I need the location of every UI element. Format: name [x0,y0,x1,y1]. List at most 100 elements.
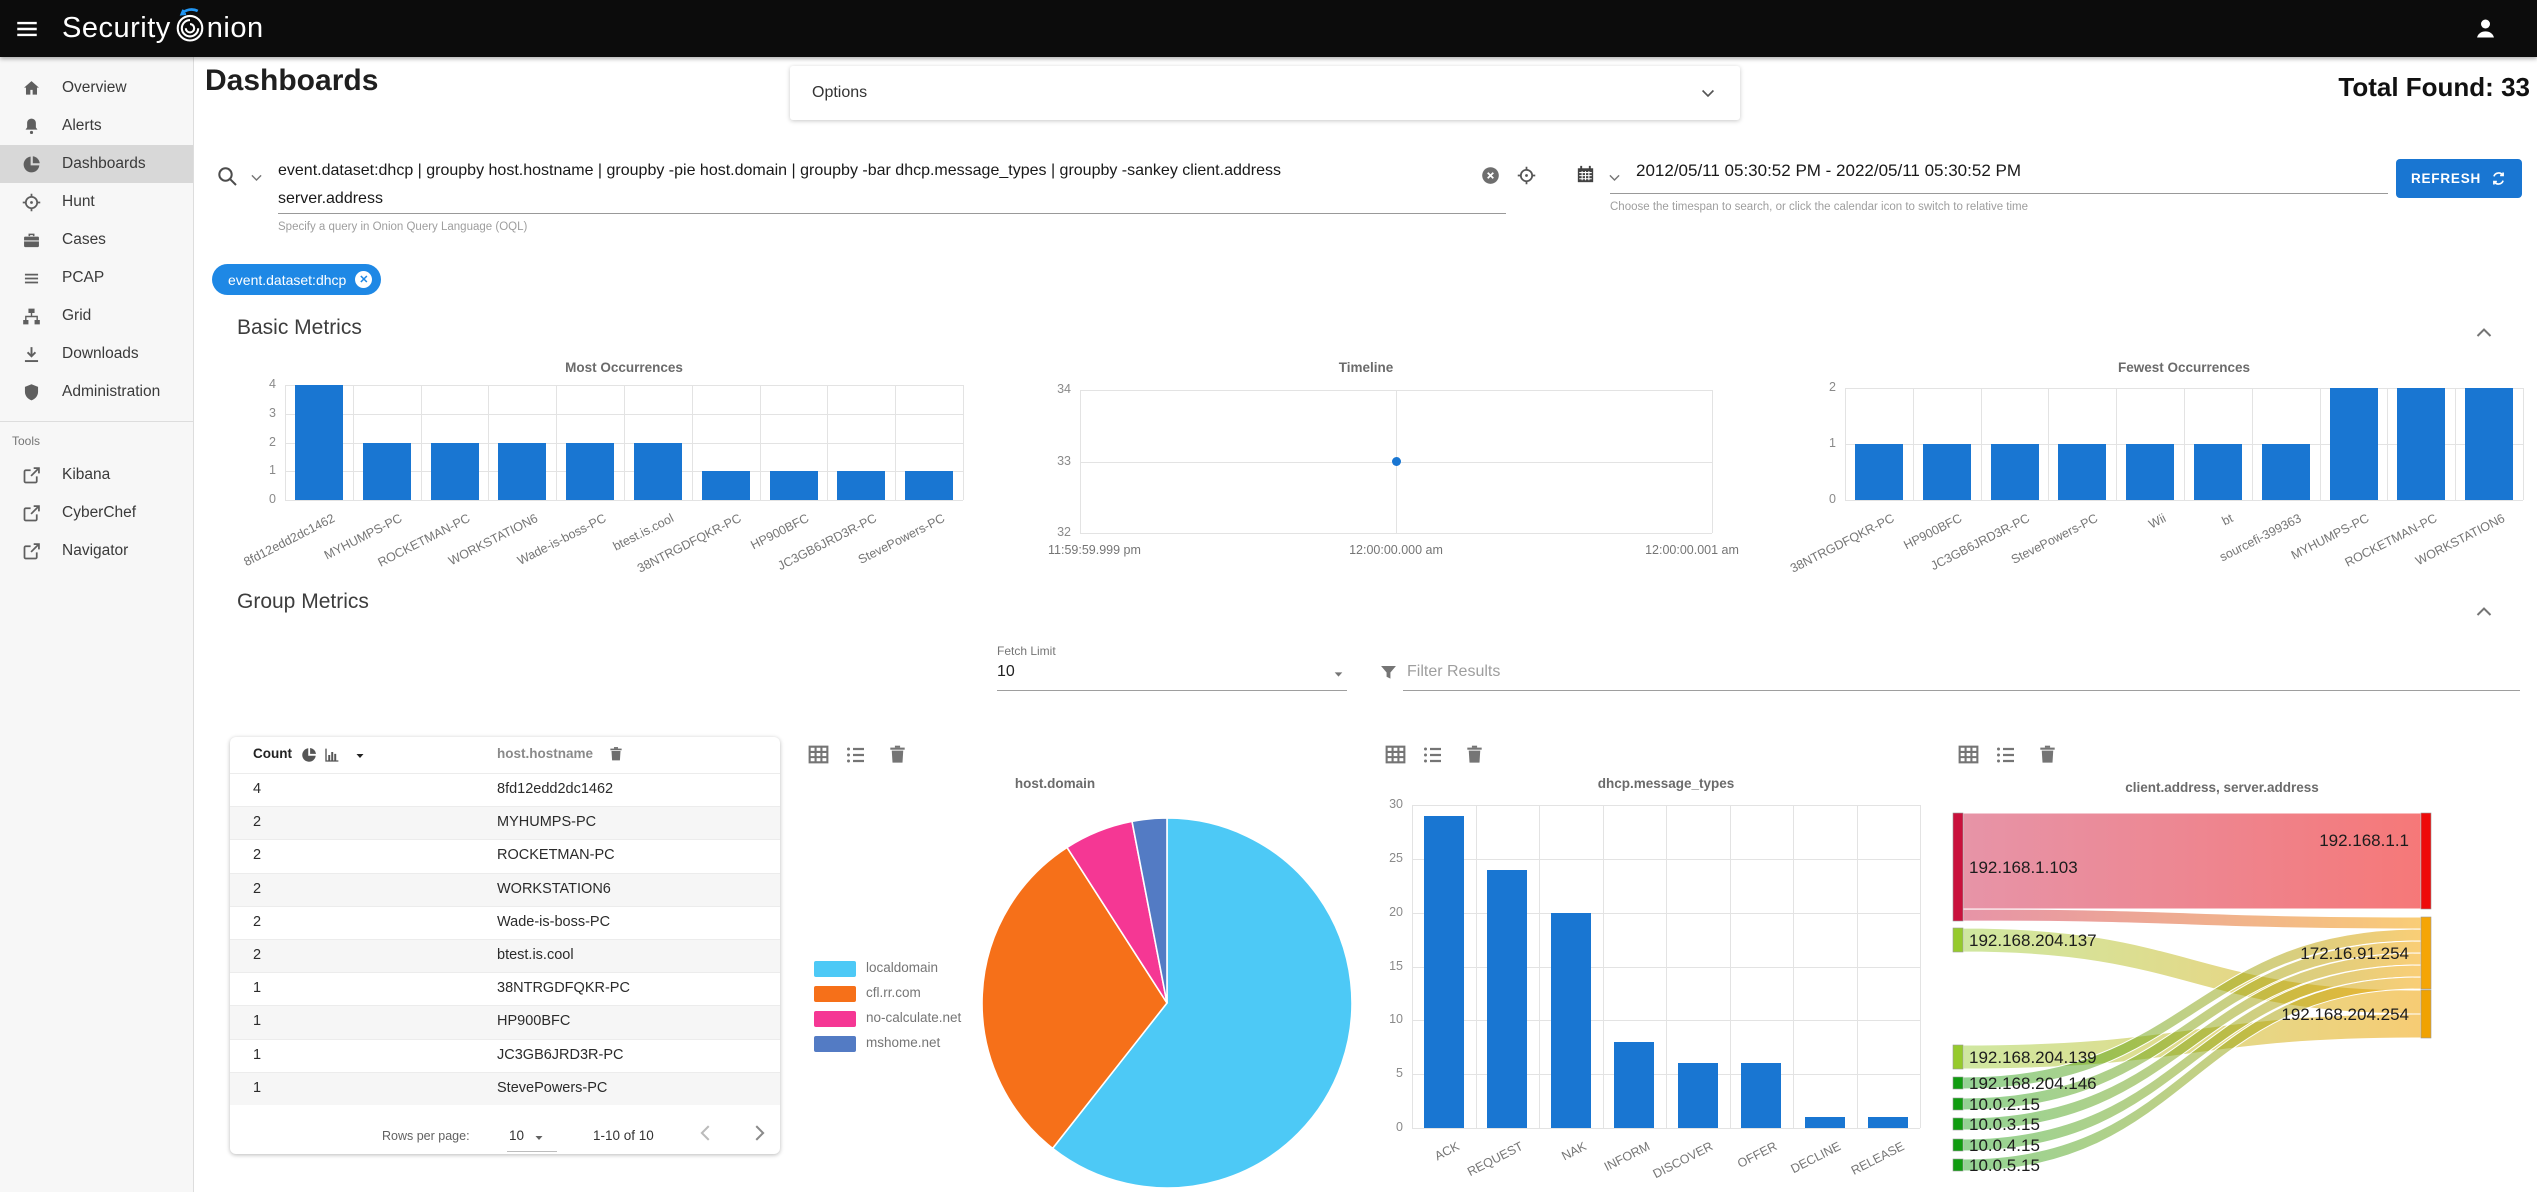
previous-page-icon[interactable] [695,1122,717,1144]
pie-chart-toggle-icon[interactable] [300,746,318,764]
sankey-node[interactable] [2420,989,2432,1039]
table-row[interactable]: 2 ROCKETMAN-PC [230,839,780,872]
sankey-node[interactable] [1952,1138,1964,1152]
row-value[interactable]: WORKSTATION6 [497,881,611,897]
row-value[interactable]: JC3GB6JRD3R-PC [497,1047,624,1063]
trash-icon[interactable] [607,745,625,763]
table-view-icon[interactable] [1956,742,1981,767]
row-value[interactable]: 8fd12edd2dc1462 [497,781,613,797]
table-row[interactable]: 2 Wade-is-boss-PC [230,905,780,939]
bar[interactable] [2261,444,2310,500]
filter-results-input[interactable]: Filter Results [1407,663,1500,681]
sankey-node[interactable] [1952,1076,1964,1090]
table-row[interactable]: 1 38NTRGDFQKR-PC [230,972,780,1005]
table-row[interactable]: 2 MYHUMPS-PC [230,806,780,840]
bar[interactable] [2329,388,2378,500]
row-value[interactable]: btest.is.cool [497,947,574,963]
bar[interactable] [2193,444,2242,500]
clear-query-icon[interactable] [1480,165,1501,186]
bar[interactable] [1487,869,1528,1128]
sankey-link[interactable] [1962,908,2422,930]
table-view-icon[interactable] [806,742,831,767]
trash-icon[interactable] [886,743,909,766]
bar[interactable] [633,442,682,500]
bar[interactable] [905,471,954,501]
row-value[interactable]: Wade-is-boss-PC [497,914,610,930]
row-value[interactable]: MYHUMPS-PC [497,814,596,830]
row-count[interactable]: 2 [253,814,261,830]
list-view-icon[interactable] [1421,743,1445,767]
sankey-node[interactable] [1952,1097,1964,1111]
row-value[interactable]: 38NTRGDFQKR-PC [497,980,630,996]
sankey-node[interactable] [1952,1158,1964,1172]
row-count[interactable]: 1 [253,1080,261,1096]
legend-label[interactable]: no-calculate.net [866,1010,961,1025]
next-page-icon[interactable] [748,1122,770,1144]
row-count[interactable]: 4 [253,781,261,797]
legend-label[interactable]: cfl.rr.com [866,985,921,1000]
table-row[interactable]: 4 8fd12edd2dc1462 [230,773,780,806]
bar[interactable] [294,385,343,500]
row-count[interactable]: 1 [253,980,261,996]
bar[interactable] [1868,1117,1909,1128]
bar[interactable] [1614,1041,1655,1128]
sankey-node[interactable] [1952,1117,1964,1131]
crosshair-icon[interactable] [1516,165,1537,186]
sidebar-item-cases[interactable]: Cases [0,221,193,259]
sidebar-item-navigator[interactable]: Navigator [0,532,193,570]
query-input[interactable]: event.dataset:dhcp | groupby host.hostna… [278,157,1378,213]
chevron-down-icon[interactable] [1606,169,1623,186]
remove-filter-icon[interactable]: ✕ [355,271,373,288]
sankey-node[interactable] [1952,927,1964,953]
refresh-button[interactable]: REFRESH [2396,159,2522,198]
row-count[interactable]: 1 [253,1013,261,1029]
legend-label[interactable]: localdomain [866,960,938,975]
row-count[interactable]: 2 [253,847,261,863]
sidebar-item-alerts[interactable]: Alerts [0,107,193,145]
sidebar-item-hunt[interactable]: Hunt [0,183,193,221]
table-view-icon[interactable] [1383,742,1408,767]
bar[interactable] [2126,444,2175,500]
row-value[interactable]: StevePowers-PC [497,1080,607,1096]
bar[interactable] [362,442,411,500]
list-view-icon[interactable] [1994,743,2018,767]
calendar-icon[interactable] [1574,163,1597,186]
sidebar-item-cyberchef[interactable]: CyberChef [0,494,193,532]
sankey-node[interactable] [2420,916,2432,990]
table-row[interactable]: 1 HP900BFC [230,1005,780,1039]
legend-label[interactable]: mshome.net [866,1035,940,1050]
chevron-down-icon[interactable] [248,169,265,186]
bar[interactable] [1990,444,2039,500]
sidebar-item-pcap[interactable]: PCAP [0,259,193,297]
bar[interactable] [1423,815,1464,1128]
bar[interactable] [2465,388,2514,500]
sankey-node[interactable] [2420,812,2432,910]
sidebar-item-grid[interactable]: Grid [0,297,193,335]
row-value[interactable]: HP900BFC [497,1013,570,1029]
bar[interactable] [1741,1063,1782,1128]
sort-caret-icon[interactable] [354,750,366,762]
trash-icon[interactable] [1463,743,1486,766]
row-count[interactable]: 2 [253,914,261,930]
sankey-node[interactable] [1952,1044,1964,1070]
collapse-group-icon[interactable] [2472,600,2496,624]
row-count[interactable]: 2 [253,947,261,963]
bar[interactable] [769,471,818,501]
sidebar-item-kibana[interactable]: Kibana [0,456,193,494]
date-range-input[interactable]: 2012/05/11 05:30:52 PM - 2022/05/11 05:3… [1636,161,2021,181]
caret-down-icon[interactable] [533,1132,545,1144]
bar[interactable] [498,442,547,500]
bar[interactable] [1804,1117,1845,1128]
sidebar-item-dashboards[interactable]: Dashboards [0,145,193,183]
bar[interactable] [1550,912,1591,1128]
bar[interactable] [1677,1063,1718,1128]
bar[interactable] [2397,388,2446,500]
row-count[interactable]: 1 [253,1047,261,1063]
bar[interactable] [837,471,886,501]
bar[interactable] [1922,444,1971,500]
filter-chip[interactable]: event.dataset:dhcp ✕ [212,264,382,295]
table-row[interactable]: 1 StevePowers-PC [230,1071,780,1105]
table-row[interactable]: 2 WORKSTATION6 [230,872,780,906]
list-view-icon[interactable] [844,743,868,767]
bar-chart-toggle-icon[interactable] [323,746,341,764]
